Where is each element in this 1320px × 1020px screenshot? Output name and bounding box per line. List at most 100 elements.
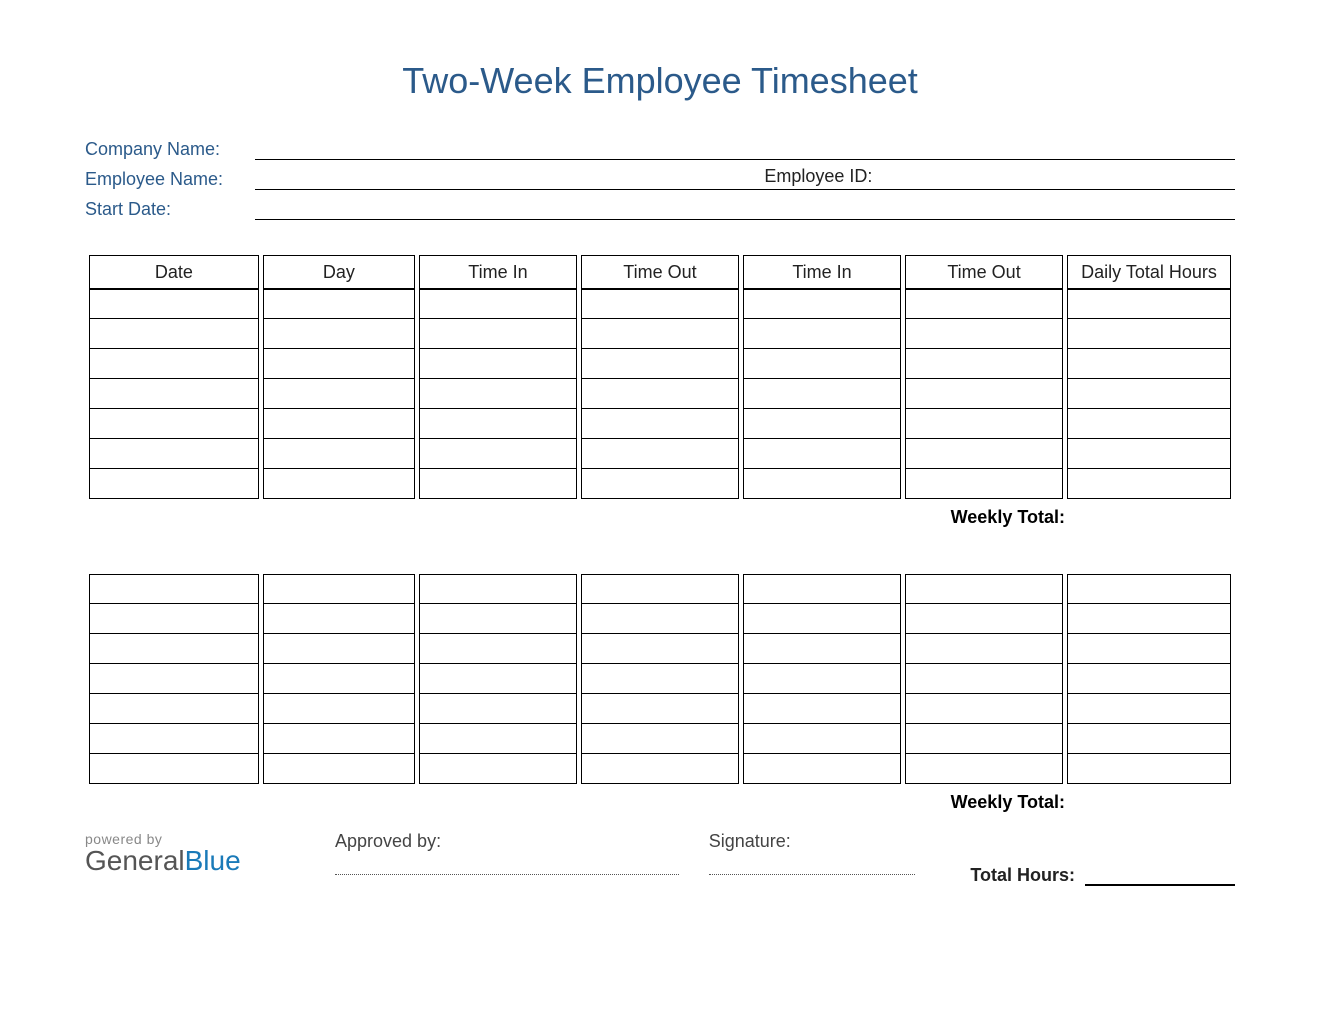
table-cell[interactable] [89, 604, 259, 634]
table-cell[interactable] [743, 289, 901, 319]
table-cell[interactable] [263, 379, 415, 409]
table-cell[interactable] [1067, 349, 1231, 379]
table-cell[interactable] [1067, 634, 1231, 664]
table-cell[interactable] [743, 319, 901, 349]
table-cell[interactable] [1067, 319, 1231, 349]
table-cell[interactable] [581, 604, 739, 634]
table-cell[interactable] [89, 634, 259, 664]
table-cell[interactable] [419, 439, 577, 469]
table-cell[interactable] [419, 349, 577, 379]
table-cell[interactable] [905, 439, 1063, 469]
table-cell[interactable] [581, 724, 739, 754]
table-cell[interactable] [905, 319, 1063, 349]
table-cell[interactable] [419, 469, 577, 499]
table-cell[interactable] [1067, 439, 1231, 469]
table-cell[interactable] [905, 469, 1063, 499]
table-cell[interactable] [743, 664, 901, 694]
table-cell[interactable] [89, 409, 259, 439]
table-cell[interactable] [581, 319, 739, 349]
table-cell[interactable] [905, 634, 1063, 664]
table-cell[interactable] [905, 694, 1063, 724]
table-cell[interactable] [581, 469, 739, 499]
table-cell[interactable] [1067, 664, 1231, 694]
table-cell[interactable] [419, 604, 577, 634]
table-cell[interactable] [743, 754, 901, 784]
table-cell[interactable] [1067, 469, 1231, 499]
table-cell[interactable] [263, 349, 415, 379]
table-cell[interactable] [905, 754, 1063, 784]
table-cell[interactable] [89, 664, 259, 694]
table-cell[interactable] [419, 694, 577, 724]
table-cell[interactable] [89, 574, 259, 604]
total-hours-field[interactable] [1085, 866, 1235, 886]
table-cell[interactable] [581, 694, 739, 724]
table-cell[interactable] [1067, 724, 1231, 754]
table-cell[interactable] [581, 664, 739, 694]
table-cell[interactable] [581, 634, 739, 664]
table-cell[interactable] [743, 409, 901, 439]
table-cell[interactable] [581, 439, 739, 469]
table-cell[interactable] [263, 319, 415, 349]
table-cell[interactable] [905, 664, 1063, 694]
signature-line[interactable] [709, 874, 915, 875]
table-cell[interactable] [581, 349, 739, 379]
table-cell[interactable] [419, 664, 577, 694]
table-cell[interactable] [743, 604, 901, 634]
table-cell[interactable] [1067, 379, 1231, 409]
table-cell[interactable] [89, 349, 259, 379]
table-cell[interactable] [1067, 694, 1231, 724]
start-date-field[interactable] [255, 190, 1235, 220]
table-cell[interactable] [1067, 409, 1231, 439]
table-cell[interactable] [743, 439, 901, 469]
table-cell[interactable] [581, 754, 739, 784]
table-cell[interactable] [905, 289, 1063, 319]
table-cell[interactable] [905, 604, 1063, 634]
table-cell[interactable] [263, 694, 415, 724]
table-cell[interactable] [743, 634, 901, 664]
table-cell[interactable] [581, 409, 739, 439]
employee-id-field[interactable] [892, 160, 1235, 190]
table-cell[interactable] [419, 409, 577, 439]
table-cell[interactable] [905, 349, 1063, 379]
table-cell[interactable] [581, 289, 739, 319]
table-cell[interactable] [1067, 289, 1231, 319]
table-cell[interactable] [89, 439, 259, 469]
table-cell[interactable] [743, 379, 901, 409]
table-cell[interactable] [263, 634, 415, 664]
table-cell[interactable] [89, 694, 259, 724]
table-cell[interactable] [263, 574, 415, 604]
table-cell[interactable] [905, 409, 1063, 439]
table-cell[interactable] [263, 409, 415, 439]
table-cell[interactable] [905, 574, 1063, 604]
table-cell[interactable] [89, 754, 259, 784]
table-cell[interactable] [1067, 604, 1231, 634]
approved-by-line[interactable] [335, 874, 679, 875]
table-cell[interactable] [419, 379, 577, 409]
table-cell[interactable] [743, 469, 901, 499]
table-cell[interactable] [89, 289, 259, 319]
table-cell[interactable] [263, 724, 415, 754]
table-cell[interactable] [263, 289, 415, 319]
table-cell[interactable] [419, 289, 577, 319]
table-cell[interactable] [263, 469, 415, 499]
table-cell[interactable] [89, 379, 259, 409]
table-cell[interactable] [581, 574, 739, 604]
table-cell[interactable] [743, 724, 901, 754]
table-cell[interactable] [419, 724, 577, 754]
table-cell[interactable] [743, 349, 901, 379]
table-cell[interactable] [263, 604, 415, 634]
table-cell[interactable] [419, 319, 577, 349]
table-cell[interactable] [905, 379, 1063, 409]
table-cell[interactable] [1067, 754, 1231, 784]
table-cell[interactable] [743, 694, 901, 724]
table-cell[interactable] [743, 574, 901, 604]
company-name-field[interactable] [255, 130, 1235, 160]
table-cell[interactable] [263, 754, 415, 784]
table-cell[interactable] [419, 634, 577, 664]
employee-name-field[interactable] [255, 160, 744, 190]
table-cell[interactable] [89, 469, 259, 499]
table-cell[interactable] [419, 574, 577, 604]
table-cell[interactable] [89, 319, 259, 349]
table-cell[interactable] [419, 754, 577, 784]
table-cell[interactable] [1067, 574, 1231, 604]
